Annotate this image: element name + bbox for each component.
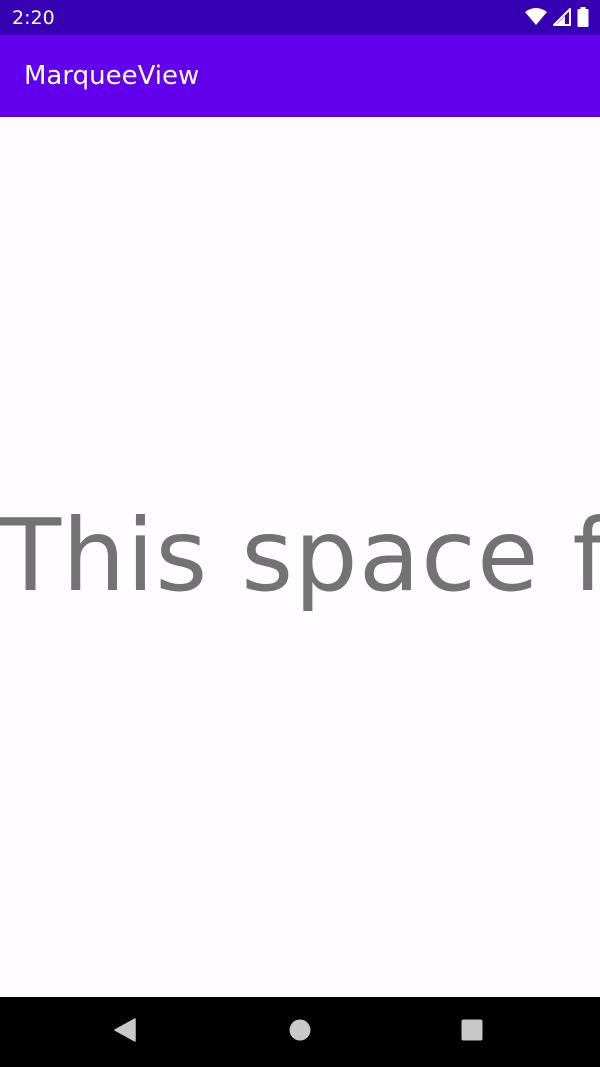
app-title: MarqueeView bbox=[24, 61, 200, 91]
back-icon bbox=[114, 1018, 136, 1046]
status-time: 2:20 bbox=[12, 7, 55, 29]
screen: 2:20 MarqueeView This space f bbox=[0, 0, 600, 1067]
marquee-text: This space fo bbox=[0, 497, 600, 614]
status-bar: 2:20 bbox=[0, 0, 600, 35]
wifi-icon bbox=[525, 8, 547, 26]
battery-icon bbox=[577, 7, 589, 27]
signal-icon bbox=[553, 8, 571, 26]
content-area: This space fo bbox=[0, 117, 600, 997]
app-bar: MarqueeView bbox=[0, 35, 600, 117]
navigation-bar bbox=[0, 997, 600, 1067]
back-button[interactable] bbox=[85, 997, 165, 1067]
status-icons bbox=[525, 7, 589, 27]
home-button[interactable] bbox=[260, 997, 340, 1067]
recents-icon bbox=[461, 1019, 483, 1045]
home-icon bbox=[289, 1019, 311, 1045]
recents-button[interactable] bbox=[432, 997, 512, 1067]
